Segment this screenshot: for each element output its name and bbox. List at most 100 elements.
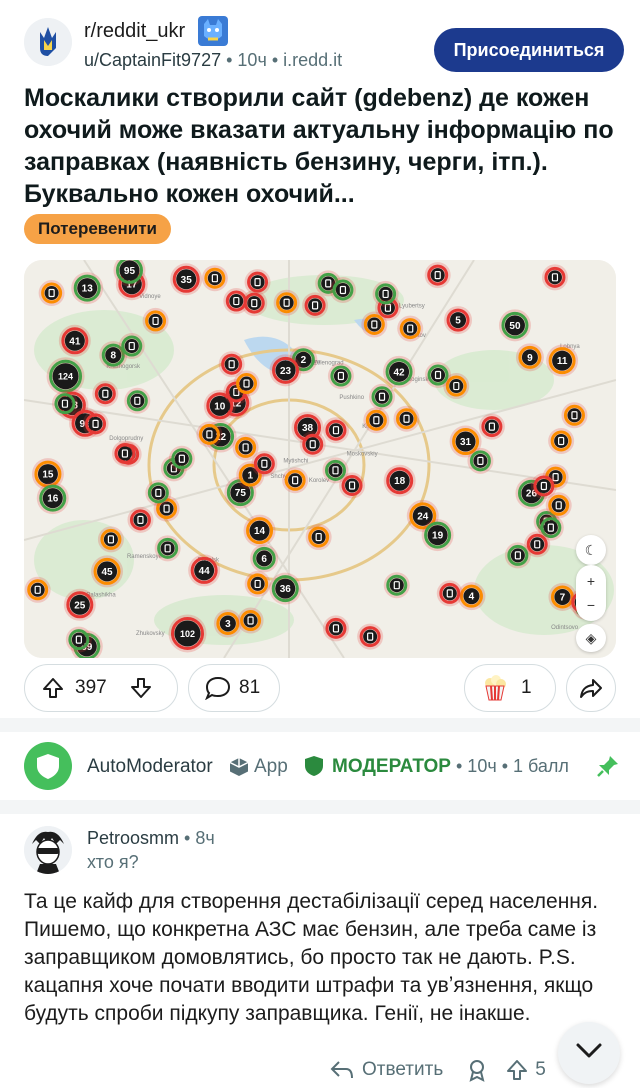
fuel-station-marker[interactable] xyxy=(24,576,51,603)
post-title[interactable]: Москалики створили сайт (gdebenz) де кож… xyxy=(24,82,616,210)
fuel-station-marker[interactable] xyxy=(65,626,92,653)
fuel-station-marker[interactable] xyxy=(223,288,250,315)
fuel-station-marker[interactable] xyxy=(145,479,172,506)
subreddit-name[interactable]: r/reddit_ukr xyxy=(84,20,185,43)
fuel-station-marker[interactable] xyxy=(369,383,396,410)
comment-upvote-icon[interactable] xyxy=(505,1058,529,1082)
fuel-station-marker[interactable] xyxy=(436,580,463,607)
fuel-station-marker[interactable] xyxy=(504,542,531,569)
station-cluster-marker[interactable]: 18 xyxy=(383,464,416,497)
station-cluster-marker[interactable]: 50 xyxy=(498,309,531,342)
share-button[interactable] xyxy=(566,664,616,712)
reply-button[interactable]: Ответить xyxy=(362,1059,443,1081)
fuel-station-marker[interactable] xyxy=(38,280,65,307)
commenter-avatar[interactable] xyxy=(24,826,72,874)
automod-avatar[interactable] xyxy=(24,742,72,790)
fuel-station-marker[interactable] xyxy=(111,440,138,467)
station-cluster-marker[interactable]: 11 xyxy=(546,344,579,377)
fuel-station-marker[interactable] xyxy=(97,526,124,553)
zoom-in-icon[interactable]: + xyxy=(587,573,595,589)
fuel-station-marker[interactable] xyxy=(541,264,568,291)
fuel-station-marker[interactable] xyxy=(322,417,349,444)
fuel-station-marker[interactable] xyxy=(478,413,505,440)
station-cluster-marker[interactable]: 14 xyxy=(243,514,276,547)
fuel-station-marker[interactable] xyxy=(329,276,356,303)
fuel-station-marker[interactable] xyxy=(327,363,354,390)
fuel-station-marker[interactable] xyxy=(51,390,78,417)
fuel-station-marker[interactable] xyxy=(397,315,424,342)
fuel-station-marker[interactable] xyxy=(154,535,181,562)
fuel-station-marker[interactable] xyxy=(127,506,154,533)
station-cluster-marker[interactable]: 36 xyxy=(269,572,302,605)
fuel-station-marker[interactable] xyxy=(282,467,309,494)
fuel-station-marker[interactable] xyxy=(302,292,329,319)
fuel-station-marker[interactable] xyxy=(305,524,332,551)
fuel-station-marker[interactable] xyxy=(142,307,169,334)
award-icon[interactable] xyxy=(465,1058,489,1082)
fuel-station-marker[interactable] xyxy=(393,405,420,432)
station-cluster-marker[interactable]: 44 xyxy=(188,554,221,587)
station-cluster-marker[interactable]: 16 xyxy=(36,482,69,515)
fuel-station-marker[interactable] xyxy=(196,421,223,448)
svg-text:23: 23 xyxy=(280,366,292,377)
station-cluster-marker[interactable]: 9 xyxy=(515,343,544,372)
comment-count: 81 xyxy=(239,677,261,698)
station-cluster-marker[interactable]: 3 xyxy=(213,609,242,638)
fuel-station-marker[interactable] xyxy=(383,572,410,599)
station-cluster-marker[interactable]: 25 xyxy=(63,588,96,621)
station-cluster-marker[interactable]: 42 xyxy=(383,355,416,388)
scroll-down-button[interactable] xyxy=(558,1022,620,1084)
fuel-station-marker[interactable] xyxy=(124,387,151,414)
fuel-station-marker[interactable] xyxy=(201,265,228,292)
fuel-station-marker[interactable] xyxy=(548,427,575,454)
fuel-station-marker[interactable] xyxy=(299,431,326,458)
station-cluster-marker[interactable]: 35 xyxy=(170,263,203,296)
fuel-station-marker[interactable] xyxy=(168,445,195,472)
station-cluster-marker[interactable]: 5 xyxy=(444,306,473,335)
fuel-station-marker[interactable] xyxy=(363,407,390,434)
fuel-station-marker[interactable] xyxy=(425,362,452,389)
fuel-station-marker[interactable] xyxy=(361,311,388,338)
reply-icon[interactable] xyxy=(330,1059,354,1081)
station-cluster-marker[interactable]: 6 xyxy=(250,544,279,573)
post-domain[interactable]: i.redd.it xyxy=(283,50,342,70)
fuel-station-marker[interactable] xyxy=(357,623,384,650)
fuel-station-marker[interactable] xyxy=(561,402,588,429)
fuel-station-marker[interactable] xyxy=(372,280,399,307)
post-flair[interactable]: Потеревенити xyxy=(24,214,171,244)
station-cluster-marker[interactable]: 124 xyxy=(46,357,85,396)
station-cluster-marker[interactable]: 23 xyxy=(269,354,302,387)
station-cluster-marker[interactable]: 13 xyxy=(71,272,104,305)
commenter-username[interactable]: Petroosmm xyxy=(87,828,179,848)
award-button[interactable]: 1 xyxy=(464,664,556,712)
fuel-station-marker[interactable] xyxy=(251,450,278,477)
locate-icon[interactable]: ◈ xyxy=(576,624,606,652)
station-cluster-marker[interactable]: 45 xyxy=(91,555,124,588)
author-link[interactable]: u/CaptainFit9727 xyxy=(84,50,221,70)
fuel-station-marker[interactable] xyxy=(233,370,260,397)
fuel-station-marker[interactable] xyxy=(545,492,572,519)
dark-mode-toggle-icon[interactable]: ☾ xyxy=(576,535,606,565)
svg-text:9: 9 xyxy=(527,353,533,364)
fuel-station-marker[interactable] xyxy=(273,289,300,316)
fuel-station-marker[interactable] xyxy=(237,607,264,634)
fuel-station-marker[interactable] xyxy=(244,570,271,597)
fuel-station-marker[interactable] xyxy=(118,333,145,360)
post-image-map[interactable]: KorolevKrasnogorskMytishchiBalashikhaKhi… xyxy=(24,260,616,658)
station-cluster-marker[interactable]: 19 xyxy=(421,519,454,552)
comments-button[interactable]: 81 xyxy=(188,664,280,712)
fuel-station-marker[interactable] xyxy=(322,615,349,642)
upvote-icon[interactable] xyxy=(41,676,65,700)
automod-username[interactable]: AutoModerator xyxy=(87,756,213,778)
fuel-station-marker[interactable] xyxy=(92,380,119,407)
join-button[interactable]: Присоединиться xyxy=(434,28,624,72)
fuel-station-marker[interactable] xyxy=(424,262,451,289)
fuel-station-marker[interactable] xyxy=(322,457,349,484)
fuel-station-marker[interactable] xyxy=(467,447,494,474)
station-cluster-marker[interactable]: 41 xyxy=(58,324,91,357)
zoom-out-icon[interactable]: − xyxy=(587,597,595,613)
fuel-station-marker[interactable] xyxy=(82,410,109,437)
downvote-icon[interactable] xyxy=(129,676,153,700)
subreddit-avatar[interactable] xyxy=(24,18,72,66)
station-cluster-marker[interactable]: 102 xyxy=(168,614,207,653)
